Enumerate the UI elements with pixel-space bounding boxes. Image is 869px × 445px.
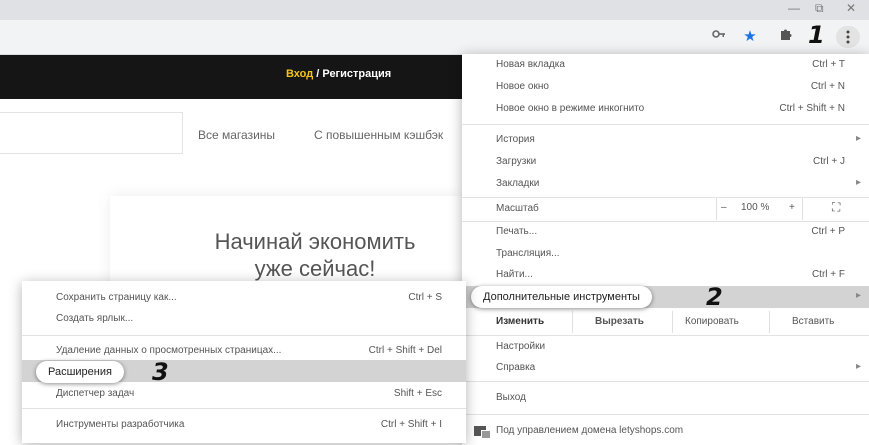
submenu-dev-tools[interactable]: Инструменты разработчика Ctrl + Shift + I bbox=[22, 414, 466, 436]
menu-find[interactable]: Найти... Ctrl + F bbox=[462, 264, 869, 286]
chevron-right-icon: ▸ bbox=[855, 290, 861, 301]
browser-toolbar: ★ bbox=[0, 20, 869, 55]
find-shortcut: Ctrl + F bbox=[811, 269, 845, 280]
menu-incognito[interactable]: Новое окно в режиме инкогнито Ctrl + Shif… bbox=[462, 98, 869, 120]
copy-button[interactable]: Копировать bbox=[685, 316, 739, 327]
chevron-right-icon: ▸ bbox=[855, 177, 861, 188]
incognito-label: Новое окно в режиме инкогнито bbox=[496, 103, 645, 114]
restore-button[interactable]: ⧉ bbox=[815, 0, 824, 16]
extensions-highlight[interactable]: Расширения bbox=[36, 361, 124, 383]
nav-all-stores[interactable]: Все магазины bbox=[198, 128, 275, 142]
menu-history[interactable]: История ▸ bbox=[462, 129, 869, 151]
zoom-value: 100 % bbox=[741, 202, 770, 213]
promo-line-2: уже сейчас! bbox=[254, 256, 376, 281]
step-1-annotation: 1 bbox=[808, 21, 825, 49]
cast-label: Трансляция... bbox=[496, 248, 560, 259]
submenu-task-manager[interactable]: Диспетчер задач Shift + Esc bbox=[22, 383, 466, 405]
dev-tools-label: Инструменты разработчика bbox=[56, 419, 185, 430]
menu-separator bbox=[462, 414, 869, 415]
menu-managed-info[interactable]: Под управлением домена letyshops.com bbox=[462, 420, 869, 442]
step-3-annotation: 3 bbox=[152, 358, 169, 386]
submenu-separator bbox=[22, 408, 466, 409]
minimize-button[interactable]: — bbox=[788, 0, 800, 16]
menu-exit[interactable]: Выход bbox=[462, 387, 869, 409]
print-shortcut: Ctrl + P bbox=[811, 226, 845, 237]
menu-print[interactable]: Печать... Ctrl + P bbox=[462, 221, 869, 243]
history-label: История bbox=[496, 134, 535, 145]
paste-cell[interactable]: Вставить bbox=[769, 311, 869, 333]
building-icon bbox=[474, 426, 491, 439]
menu-zoom: Масштаб – 100 % + ⛶ bbox=[462, 198, 869, 220]
key-icon[interactable] bbox=[708, 26, 730, 48]
task-manager-shortcut: Shift + Esc bbox=[393, 388, 442, 399]
menu-edit-row: Изменить Вырезать Копировать Вставить bbox=[462, 311, 869, 333]
submenu-clear-data[interactable]: Удаление данных о просмотренных страница… bbox=[22, 340, 466, 362]
print-label: Печать... bbox=[496, 226, 538, 237]
menu-downloads[interactable]: Загрузки Ctrl + J bbox=[462, 151, 869, 173]
site-search-box[interactable] bbox=[0, 112, 183, 154]
login-text[interactable]: Вход bbox=[286, 68, 313, 80]
settings-label: Настройки bbox=[496, 341, 546, 352]
nav-cashback[interactable]: С повышенным кэшбэк bbox=[314, 128, 443, 142]
exit-label: Выход bbox=[496, 392, 526, 403]
downloads-label: Загрузки bbox=[496, 156, 537, 167]
chrome-main-menu: Новая вкладка Ctrl + T Новое окно Ctrl + N… bbox=[462, 54, 869, 445]
menu-settings[interactable]: Настройки bbox=[462, 336, 869, 358]
copy-cell[interactable]: Копировать bbox=[672, 311, 763, 333]
cut-button[interactable]: Вырезать bbox=[595, 316, 644, 327]
managed-label: Под управлением домена letyshops.com bbox=[496, 425, 684, 436]
new-window-label: Новое окно bbox=[496, 81, 549, 92]
register-text[interactable]: / Регистрация bbox=[316, 68, 391, 80]
more-tools-highlight[interactable]: Дополнительные инструменты bbox=[471, 286, 652, 308]
title-bar: — ⧉ ✕ bbox=[0, 0, 869, 20]
clear-data-shortcut: Ctrl + Shift + Del bbox=[368, 345, 442, 356]
star-icon[interactable]: ★ bbox=[739, 26, 761, 48]
zoom-control-box: – 100 % + bbox=[716, 198, 803, 220]
paste-button[interactable]: Вставить bbox=[792, 316, 834, 327]
downloads-shortcut: Ctrl + J bbox=[813, 156, 845, 167]
clear-data-label: Удаление данных о просмотренных страница… bbox=[56, 345, 282, 356]
menu-help[interactable]: Справка ▸ bbox=[462, 357, 869, 379]
new-tab-label: Новая вкладка bbox=[496, 59, 565, 70]
menu-separator bbox=[462, 381, 869, 382]
create-shortcut-label: Создать ярлык... bbox=[56, 313, 134, 324]
login-link[interactable]: Вход / Регистрация bbox=[286, 68, 391, 80]
cut-cell[interactable]: Вырезать bbox=[572, 311, 653, 333]
zoom-in-button[interactable]: + bbox=[789, 202, 795, 213]
submenu-create-shortcut[interactable]: Создать ярлык... bbox=[22, 308, 466, 330]
save-page-label: Сохранить страницу как... bbox=[56, 292, 177, 303]
dev-tools-shortcut: Ctrl + Shift + I bbox=[380, 419, 442, 430]
menu-bookmarks[interactable]: Закладки ▸ bbox=[462, 173, 869, 195]
chevron-right-icon: ▸ bbox=[855, 361, 861, 372]
promo-title: Начинай экономить уже сейчас! bbox=[110, 228, 520, 282]
puzzle-icon[interactable] bbox=[775, 26, 797, 48]
menu-cast[interactable]: Трансляция... bbox=[462, 243, 869, 265]
chevron-right-icon: ▸ bbox=[855, 133, 861, 144]
edit-label: Изменить bbox=[496, 316, 545, 327]
zoom-out-button[interactable]: – bbox=[721, 202, 727, 213]
close-button[interactable]: ✕ bbox=[846, 0, 856, 16]
find-label: Найти... bbox=[496, 269, 533, 280]
menu-new-window[interactable]: Новое окно Ctrl + N bbox=[462, 76, 869, 98]
task-manager-label: Диспетчер задач bbox=[56, 388, 135, 399]
promo-line-1: Начинай экономить bbox=[214, 229, 416, 254]
zoom-label: Масштаб bbox=[496, 203, 539, 214]
submenu-save-page[interactable]: Сохранить страницу как... Ctrl + S bbox=[22, 287, 466, 309]
menu-new-tab[interactable]: Новая вкладка Ctrl + T bbox=[462, 54, 869, 76]
kebab-menu-icon[interactable] bbox=[836, 26, 860, 48]
fullscreen-icon[interactable]: ⛶ bbox=[832, 200, 840, 215]
step-2-annotation: 2 bbox=[706, 283, 723, 311]
new-tab-shortcut: Ctrl + T bbox=[812, 59, 845, 70]
menu-separator bbox=[462, 124, 869, 125]
incognito-shortcut: Ctrl + Shift + N bbox=[779, 103, 845, 114]
bookmarks-label: Закладки bbox=[496, 178, 540, 189]
save-page-shortcut: Ctrl + S bbox=[408, 292, 442, 303]
new-window-shortcut: Ctrl + N bbox=[810, 81, 845, 92]
submenu-separator bbox=[22, 335, 466, 336]
help-label: Справка bbox=[496, 362, 536, 373]
